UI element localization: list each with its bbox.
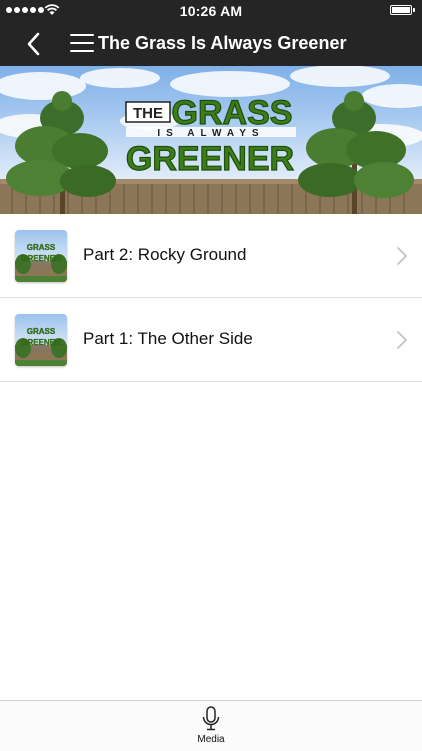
navigation-bar: The Grass Is Always Greener [0, 22, 422, 66]
tab-media-label: Media [197, 734, 225, 745]
page-title: The Grass Is Always Greener [98, 33, 347, 53]
tab-bar: Media [0, 700, 422, 751]
status-time: 10:26 AM [179, 3, 243, 19]
series-banner-image: THE GRASS IS ALWAYS GREENER [0, 66, 422, 214]
svg-text:GREENER: GREENER [21, 254, 61, 263]
episode-thumbnail: GRASS GREENER [15, 314, 67, 366]
list-item[interactable]: GRASS GREENER Part 2: Rocky Ground [0, 214, 422, 298]
svg-text:GRASS: GRASS [27, 243, 56, 252]
chevron-right-icon [397, 247, 407, 265]
banner-logo: THE GRASS IS ALWAYS GREENER [125, 93, 296, 179]
episode-list: GRASS GREENER Part 2: Rocky Ground GRASS… [0, 214, 422, 382]
svg-text:GRASS: GRASS [27, 327, 56, 336]
list-item[interactable]: GRASS GREENER Part 1: The Other Side [0, 298, 422, 382]
status-bar: 10:26 AM [0, 0, 422, 22]
episode-thumbnail: GRASS GREENER [15, 230, 67, 282]
chevron-right-icon [397, 331, 407, 349]
svg-text:GREENER: GREENER [126, 140, 294, 178]
back-chevron-icon[interactable] [22, 31, 46, 57]
tab-media[interactable]: Media [186, 705, 236, 751]
svg-text:IS ALWAYS: IS ALWAYS [157, 128, 264, 139]
battery-icon [390, 5, 415, 15]
microphone-icon [202, 706, 220, 731]
hamburger-menu-icon[interactable] [70, 34, 94, 54]
svg-text:GREENER: GREENER [21, 338, 61, 347]
svg-text:GRASS: GRASS [172, 94, 293, 132]
svg-text:THE: THE [133, 105, 163, 122]
episode-title: Part 2: Rocky Ground [83, 245, 247, 264]
episode-title: Part 1: The Other Side [83, 329, 253, 348]
